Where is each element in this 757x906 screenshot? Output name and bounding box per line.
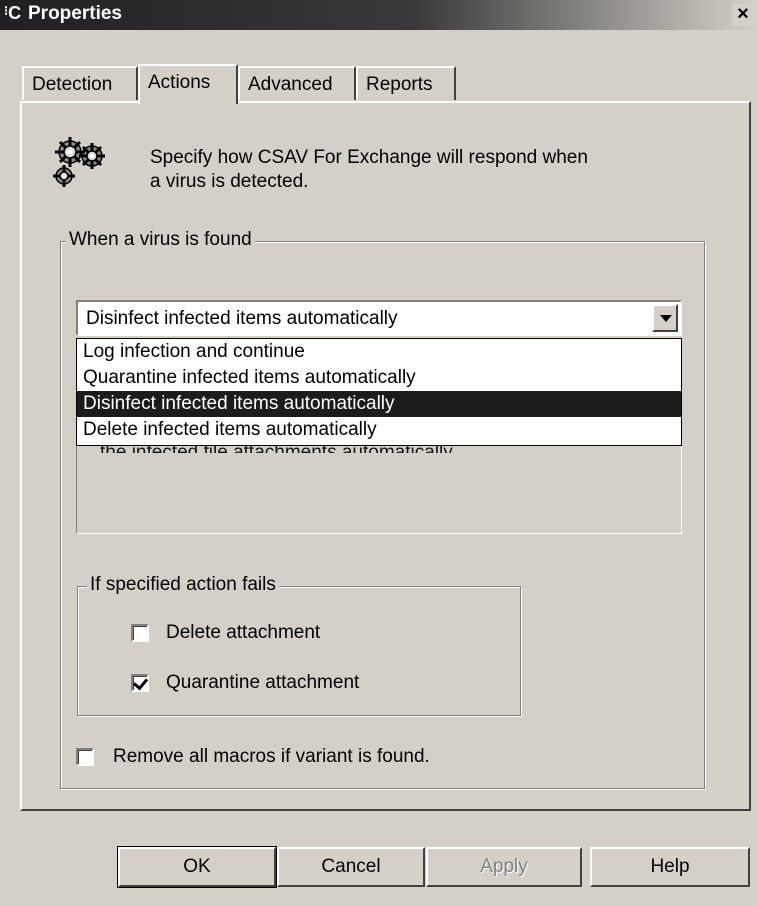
window-title: Properties	[28, 3, 122, 24]
tab-label: Reports	[366, 74, 433, 95]
dropdown-option-selected[interactable]: Disinfect infected items automatically	[77, 391, 681, 417]
action-dropdown-list[interactable]: Log infection and continue Quarantine in…	[76, 338, 682, 446]
dropdown-option[interactable]: Log infection and continue	[77, 339, 681, 365]
help-button[interactable]: Help	[590, 847, 750, 887]
apply-button[interactable]: Apply	[426, 847, 582, 887]
app-icon[interactable]: ⁝C	[4, 3, 21, 24]
tab-label: Advanced	[248, 74, 333, 95]
tab-actions[interactable]: Actions	[138, 64, 238, 104]
close-icon[interactable]: ×	[732, 4, 754, 26]
title-bar[interactable]: ⁝C Properties	[0, 0, 757, 30]
tab-label: Detection	[32, 74, 113, 95]
ok-button[interactable]: OK	[117, 846, 277, 888]
dropdown-option[interactable]: Delete infected items automatically	[77, 417, 681, 443]
dropdown-option[interactable]: Quarantine infected items automatically	[77, 365, 681, 391]
tab-label: Actions	[148, 72, 211, 93]
cancel-button[interactable]: Cancel	[277, 847, 425, 887]
tab-advanced[interactable]: Advanced	[238, 66, 356, 100]
tab-detection[interactable]: Detection	[22, 66, 138, 100]
tab-reports[interactable]: Reports	[356, 66, 456, 100]
